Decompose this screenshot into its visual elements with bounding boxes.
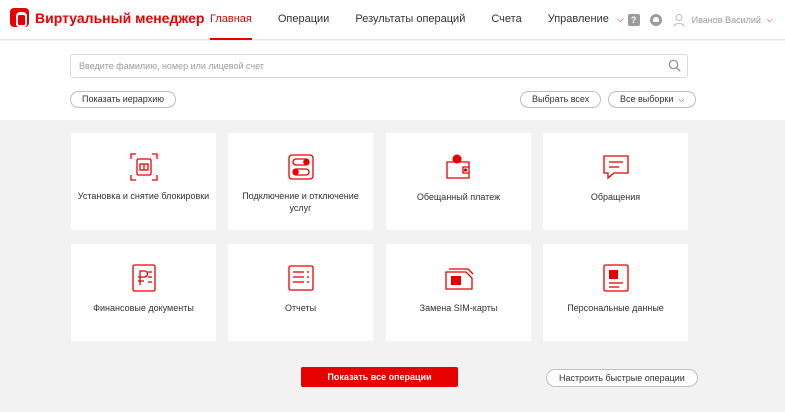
app-title: Виртуальный менеджер [35, 9, 205, 26]
chat-icon [603, 155, 629, 180]
nav-item-management[interactable]: Управление ⌵ [548, 0, 624, 40]
tile-label: Установка и снятие блокировки [77, 191, 210, 201]
top-header: Виртуальный менеджер Главная Операции Ре… [0, 0, 785, 40]
search-input[interactable] [71, 55, 661, 77]
report-icon [288, 265, 314, 291]
chevron-down-icon: ⌵ [678, 95, 685, 104]
tile-label: Персональные данные [567, 303, 664, 313]
all-selections-dropdown[interactable]: Все выборки ⌵ [608, 91, 697, 108]
tile-personal-data[interactable]: Персональные данные [543, 244, 688, 341]
configure-quick-operations-button[interactable]: Настроить быстрые операции [546, 369, 698, 387]
all-selections-label: Все выборки [620, 94, 674, 104]
tile-requests[interactable]: Обращения [543, 133, 688, 230]
tile-label: Подключение и отключение услуг [242, 191, 359, 213]
help-icon[interactable]: ? [627, 14, 640, 26]
nav-item-accounts[interactable]: Счета [491, 0, 521, 40]
tile-reports[interactable]: Отчеты [228, 244, 373, 341]
tile-label: Обещанный платеж [416, 192, 501, 202]
profile-card-icon [603, 264, 629, 292]
nav-item-management-label: Управление [547, 13, 609, 25]
tile-label: Обращения [590, 192, 641, 202]
toggle-icon [288, 154, 314, 180]
nav-item-operations[interactable]: Операции [278, 0, 329, 40]
bell-icon[interactable] [649, 14, 662, 26]
show-hierarchy-button[interactable]: Показать иерархию [70, 91, 176, 108]
user-icon [672, 14, 685, 27]
tile-label: Финансовые документы [93, 303, 194, 313]
show-all-operations-button[interactable]: Показать все операции [301, 367, 458, 387]
tile-blocking[interactable]: Установка и снятие блокировки [71, 133, 216, 230]
sim-lock-icon [130, 153, 158, 181]
nav-item-operation-results[interactable]: Результаты операций [355, 0, 465, 40]
tile-promised-payment[interactable]: Обещанный платеж [386, 133, 531, 230]
tile-financial-documents[interactable]: Финансовые документы [71, 244, 216, 341]
main-nav: Главная Операции Результаты операций Сче… [210, 0, 650, 40]
app-logo[interactable]: Виртуальный менеджер [10, 8, 204, 27]
chevron-down-icon: ⌵ [616, 14, 624, 24]
sim-card-icon [445, 268, 474, 290]
header-user-area: ? Иванов Василий ⌵ [627, 0, 773, 40]
wallet-icon [446, 154, 470, 179]
search-icon[interactable] [668, 59, 681, 72]
tile-sim-replacement[interactable]: Замена SIM-карты [386, 244, 531, 341]
tile-label: Замена SIM-карты [419, 303, 498, 313]
tile-label: Отчеты [284, 303, 317, 313]
ruble-document-icon [132, 264, 156, 292]
chevron-down-icon[interactable]: ⌵ [767, 15, 773, 25]
brand-logo-icon [10, 8, 29, 27]
nav-item-home[interactable]: Главная [210, 0, 252, 40]
tile-services[interactable]: Подключение и отключение услуг [228, 133, 373, 230]
select-all-button[interactable]: Выбрать всех [520, 91, 602, 108]
user-name[interactable]: Иванов Василий [692, 15, 761, 25]
search-box [70, 54, 688, 78]
search-panel: Показать иерархию Выбрать всех Все выбор… [0, 41, 785, 120]
